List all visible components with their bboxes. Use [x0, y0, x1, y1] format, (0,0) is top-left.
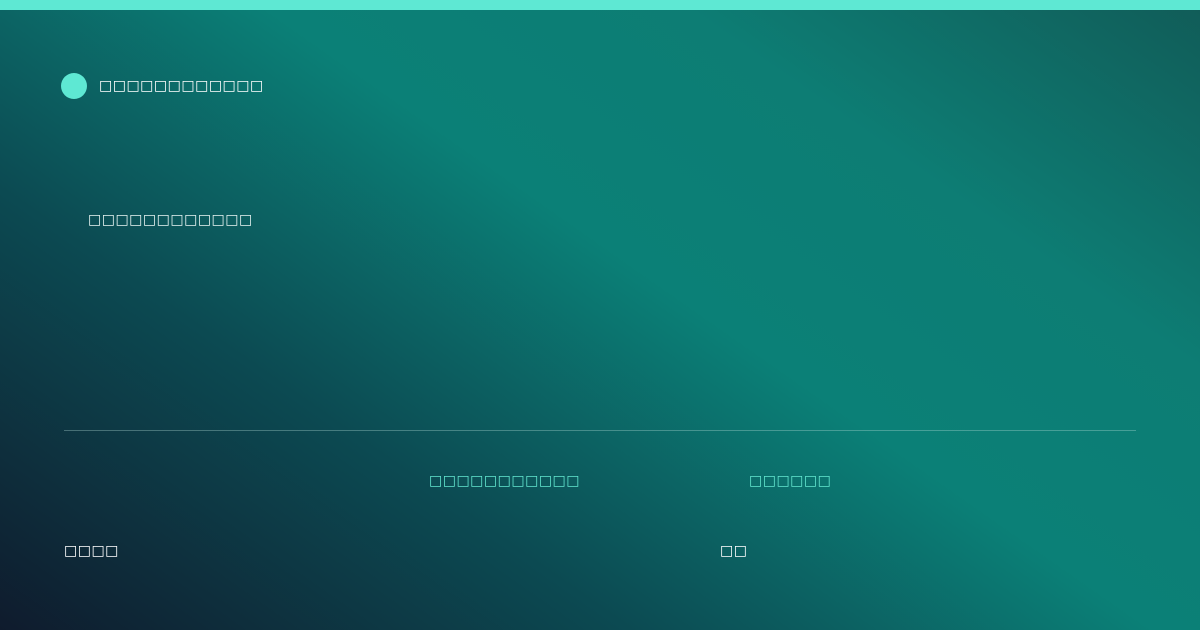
section-divider — [64, 430, 1136, 431]
brand-header: □□□□□□□□□□□□ — [61, 73, 264, 99]
brand-name: □□□□□□□□□□□□ — [99, 78, 264, 94]
meta-item-1: □□□□□□□□□□□ — [429, 473, 581, 489]
meta-item-2: □□□□□□ — [749, 473, 832, 489]
footer-left-text: □□□□ — [64, 543, 119, 559]
top-accent-bar — [0, 0, 1200, 10]
page-headline: □□□□□□□□□□□□ — [88, 212, 253, 228]
footer-right-text: □□ — [720, 543, 748, 559]
circle-logo-icon — [61, 73, 87, 99]
